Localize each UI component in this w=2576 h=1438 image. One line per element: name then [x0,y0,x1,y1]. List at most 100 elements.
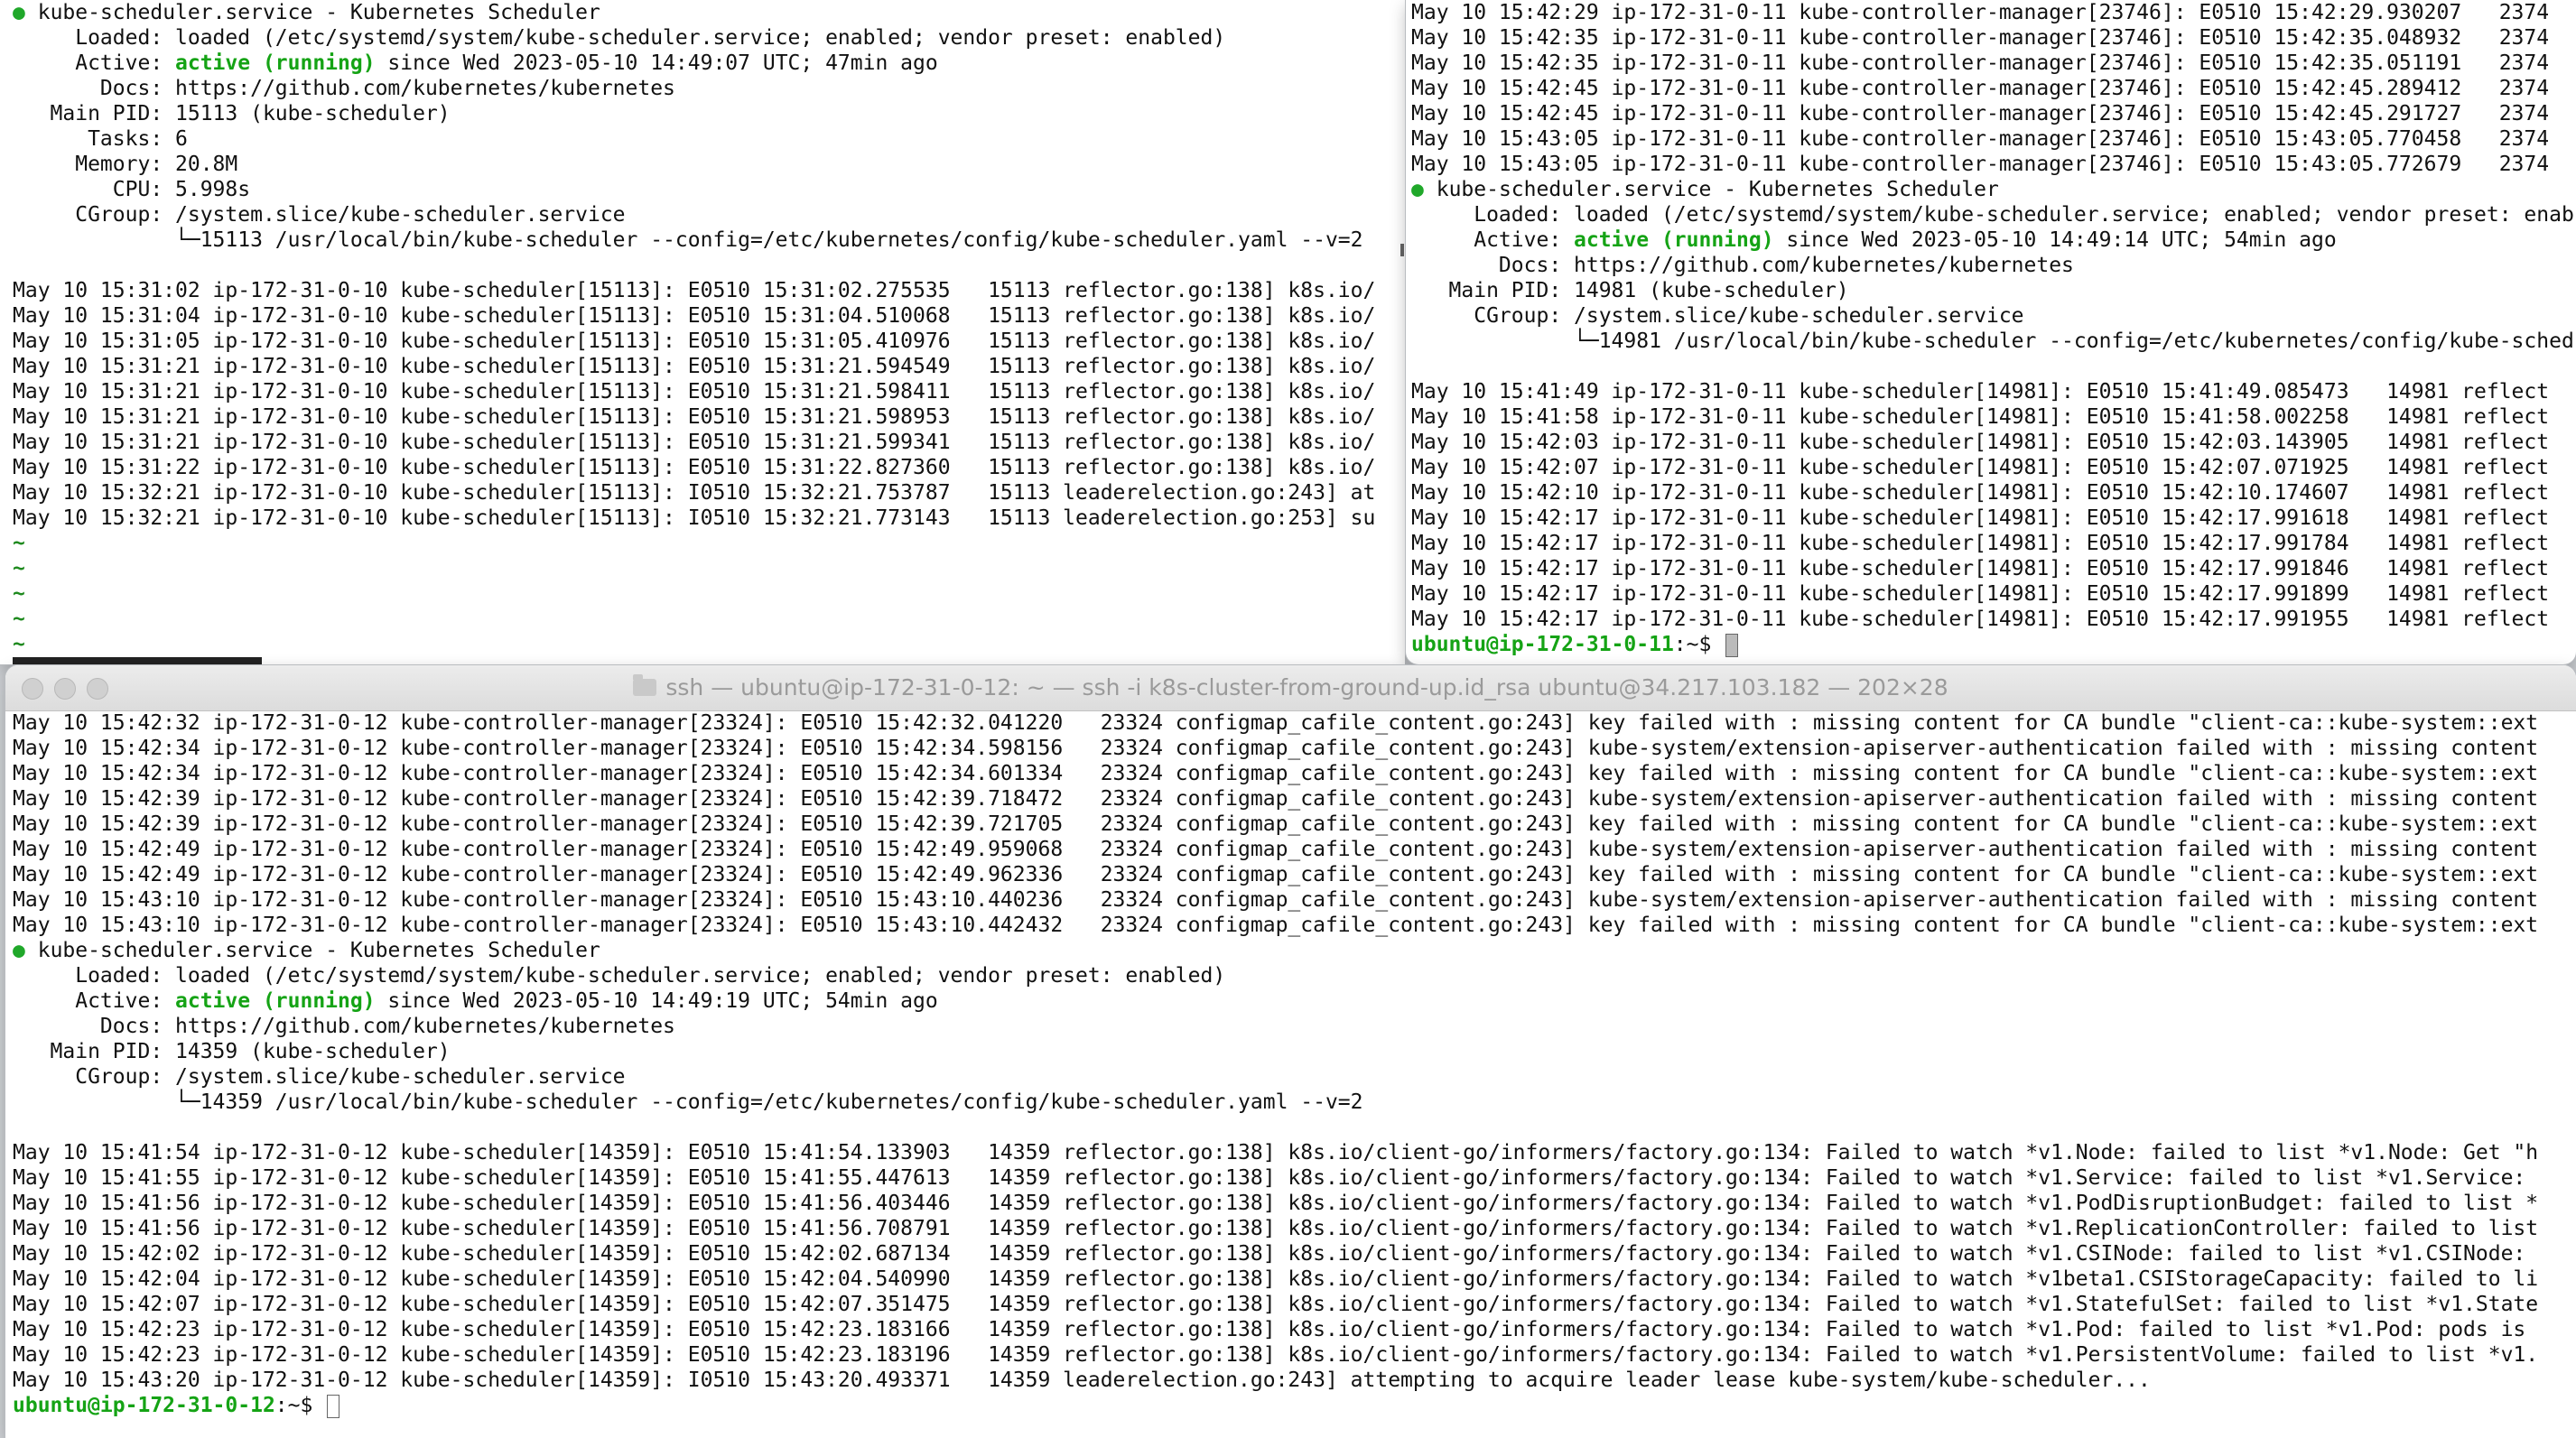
log-line: May 10 15:42:23 ip-172-31-0-12 kube-sche… [13,1318,2526,1341]
window-title: ssh — ubuntu@ip-172-31-0-12: ~ — ssh -i … [5,665,2576,710]
folder-icon [633,673,657,696]
pager-status-bar [13,655,262,664]
log-line: May 10 15:42:32 ip-172-31-0-12 kube-cont… [13,711,2539,735]
log-line: May 10 15:31:21 ip-172-31-0-10 kube-sche… [13,405,1376,429]
status-cpu: CPU: 5.998s [13,178,251,201]
prompt-user-host: ubuntu@ip-172-31-0-11 [1411,633,1674,656]
terminal-output[interactable]: May 10 15:42:32 ip-172-31-0-12 kube-cont… [13,710,2576,1418]
status-cgroup-child: └─14359 /usr/local/bin/kube-scheduler --… [13,1090,1363,1114]
log-line: May 10 15:42:29 ip-172-31-0-11 kube-cont… [1411,1,2550,24]
pager-tilde: ~ [13,557,25,580]
status-active: Active: active (running) since Wed 2023-… [13,989,938,1013]
status-header: ● kube-scheduler.service - Kubernetes Sc… [1411,178,1999,201]
log-line: May 10 15:43:20 ip-172-31-0-12 kube-sche… [13,1368,2151,1392]
log-line: May 10 15:42:07 ip-172-31-0-12 kube-sche… [13,1293,2539,1316]
text-cursor [1725,633,1739,657]
status-docs: Docs: https://github.com/kubernetes/kube… [13,1015,675,1038]
status-main-pid: Main PID: 14981 (kube-scheduler) [1411,279,1849,302]
status-loaded: Loaded: loaded (/etc/systemd/system/kube… [1411,203,2574,227]
log-line: May 10 15:31:21 ip-172-31-0-10 kube-sche… [13,431,1376,454]
pager-tilde: ~ [13,582,25,606]
prompt-user-host: ubuntu@ip-172-31-0-12 [13,1394,275,1417]
terminal-window-node-12[interactable]: ssh — ubuntu@ip-172-31-0-12: ~ — ssh -i … [5,665,2576,1438]
status-active: Active: active (running) since Wed 2023-… [1411,228,2337,252]
log-line: May 10 15:42:34 ip-172-31-0-12 kube-cont… [13,737,2539,760]
log-line: May 10 15:42:04 ip-172-31-0-12 kube-sche… [13,1267,2539,1291]
log-line: May 10 15:41:54 ip-172-31-0-12 kube-sche… [13,1141,2539,1164]
log-line: May 10 15:42:39 ip-172-31-0-12 kube-cont… [13,812,2539,836]
log-line: May 10 15:42:17 ip-172-31-0-11 kube-sche… [1411,608,2550,631]
log-line: May 10 15:42:17 ip-172-31-0-11 kube-sche… [1411,506,2550,530]
terminal-output[interactable]: ● kube-scheduler.service - Kubernetes Sc… [13,0,1405,657]
log-line: May 10 15:42:10 ip-172-31-0-11 kube-sche… [1411,481,2550,505]
pager-tilde: ~ [13,608,25,631]
status-cgroup-child: └─14981 /usr/local/bin/kube-scheduler --… [1411,329,2574,353]
log-line: May 10 15:42:17 ip-172-31-0-11 kube-sche… [1411,557,2550,580]
log-line: May 10 15:32:21 ip-172-31-0-10 kube-sche… [13,481,1376,505]
status-tasks: Tasks: 6 [13,127,188,151]
shell-prompt[interactable]: ubuntu@ip-172-31-0-12:~$ [13,1393,2576,1418]
log-line: May 10 15:41:49 ip-172-31-0-11 kube-sche… [1411,380,2550,404]
log-line: May 10 15:41:56 ip-172-31-0-12 kube-sche… [13,1192,2539,1215]
status-docs: Docs: https://github.com/kubernetes/kube… [1411,254,2074,277]
log-line: May 10 15:42:45 ip-172-31-0-11 kube-cont… [1411,77,2550,100]
log-line: May 10 15:41:55 ip-172-31-0-12 kube-sche… [13,1166,2526,1190]
status-dot-icon: ● [1411,178,1424,201]
log-line: May 10 15:42:03 ip-172-31-0-11 kube-sche… [1411,431,2550,454]
pager-tilde: ~ [13,532,25,555]
log-line: May 10 15:42:35 ip-172-31-0-11 kube-cont… [1411,26,2550,50]
status-cgroup: CGroup: /system.slice/kube-scheduler.ser… [13,203,626,227]
log-line: May 10 15:31:04 ip-172-31-0-10 kube-sche… [13,304,1376,328]
log-line: May 10 15:31:21 ip-172-31-0-10 kube-sche… [13,355,1376,378]
status-header: ● kube-scheduler.service - Kubernetes Sc… [13,939,600,962]
prompt-suffix: :~$ [274,1394,326,1417]
status-docs: Docs: https://github.com/kubernetes/kube… [13,77,675,100]
status-active: Active: active (running) since Wed 2023-… [13,51,938,75]
prompt-suffix: :~$ [1673,633,1725,656]
log-line: May 10 15:42:49 ip-172-31-0-12 kube-cont… [13,863,2539,886]
status-dot-icon: ● [13,1,25,24]
shell-prompt[interactable]: ubuntu@ip-172-31-0-11:~$ [1411,632,2576,657]
status-cgroup: CGroup: /system.slice/kube-scheduler.ser… [1411,304,2024,328]
log-line: May 10 15:42:23 ip-172-31-0-12 kube-sche… [13,1343,2539,1367]
status-main-pid: Main PID: 14359 (kube-scheduler) [13,1040,451,1063]
pane-divider-handle[interactable] [1400,244,1404,256]
log-line: May 10 15:42:35 ip-172-31-0-11 kube-cont… [1411,51,2550,75]
log-line: May 10 15:42:34 ip-172-31-0-12 kube-cont… [13,762,2539,785]
log-line: May 10 15:43:05 ip-172-31-0-11 kube-cont… [1411,127,2550,151]
log-line: May 10 15:31:02 ip-172-31-0-10 kube-sche… [13,279,1376,302]
log-line: May 10 15:42:39 ip-172-31-0-12 kube-cont… [13,787,2539,811]
log-line: May 10 15:42:17 ip-172-31-0-11 kube-sche… [1411,532,2550,555]
terminal-window-node-11[interactable]: May 10 15:42:29 ip-172-31-0-11 kube-cont… [1406,0,2576,664]
terminal-window-node-10[interactable]: ● kube-scheduler.service - Kubernetes Sc… [0,0,1405,664]
status-cgroup: CGroup: /system.slice/kube-scheduler.ser… [13,1065,626,1089]
log-line: May 10 15:43:05 ip-172-31-0-11 kube-cont… [1411,153,2550,176]
window-titlebar[interactable]: ssh — ubuntu@ip-172-31-0-12: ~ — ssh -i … [5,665,2576,711]
text-cursor [327,1394,340,1418]
log-line: May 10 15:42:17 ip-172-31-0-11 kube-sche… [1411,582,2550,606]
log-line: May 10 15:42:02 ip-172-31-0-12 kube-sche… [13,1242,2526,1266]
status-main-pid: Main PID: 15113 (kube-scheduler) [13,102,451,125]
terminal-output[interactable]: May 10 15:42:29 ip-172-31-0-11 kube-cont… [1411,0,2576,657]
log-line: May 10 15:41:58 ip-172-31-0-11 kube-sche… [1411,405,2550,429]
log-line: May 10 15:42:45 ip-172-31-0-11 kube-cont… [1411,102,2550,125]
log-line: May 10 15:42:49 ip-172-31-0-12 kube-cont… [13,838,2539,861]
log-line: May 10 15:41:56 ip-172-31-0-12 kube-sche… [13,1217,2539,1240]
log-line: May 10 15:42:07 ip-172-31-0-11 kube-sche… [1411,456,2550,479]
log-line: May 10 15:31:22 ip-172-31-0-10 kube-sche… [13,456,1376,479]
status-loaded: Loaded: loaded (/etc/systemd/system/kube… [13,964,1226,988]
log-line: May 10 15:31:21 ip-172-31-0-10 kube-sche… [13,380,1376,404]
log-line: May 10 15:43:10 ip-172-31-0-12 kube-cont… [13,888,2539,912]
status-cgroup-child: └─15113 /usr/local/bin/kube-scheduler --… [13,228,1363,252]
status-header: ● kube-scheduler.service - Kubernetes Sc… [13,1,600,24]
status-memory: Memory: 20.8M [13,153,238,176]
status-dot-icon: ● [13,939,25,962]
pager-tilde: ~ [13,633,25,656]
log-line: May 10 15:43:10 ip-172-31-0-12 kube-cont… [13,914,2539,937]
status-loaded: Loaded: loaded (/etc/systemd/system/kube… [13,26,1226,50]
log-line: May 10 15:31:05 ip-172-31-0-10 kube-sche… [13,329,1376,353]
log-line: May 10 15:32:21 ip-172-31-0-10 kube-sche… [13,506,1376,530]
